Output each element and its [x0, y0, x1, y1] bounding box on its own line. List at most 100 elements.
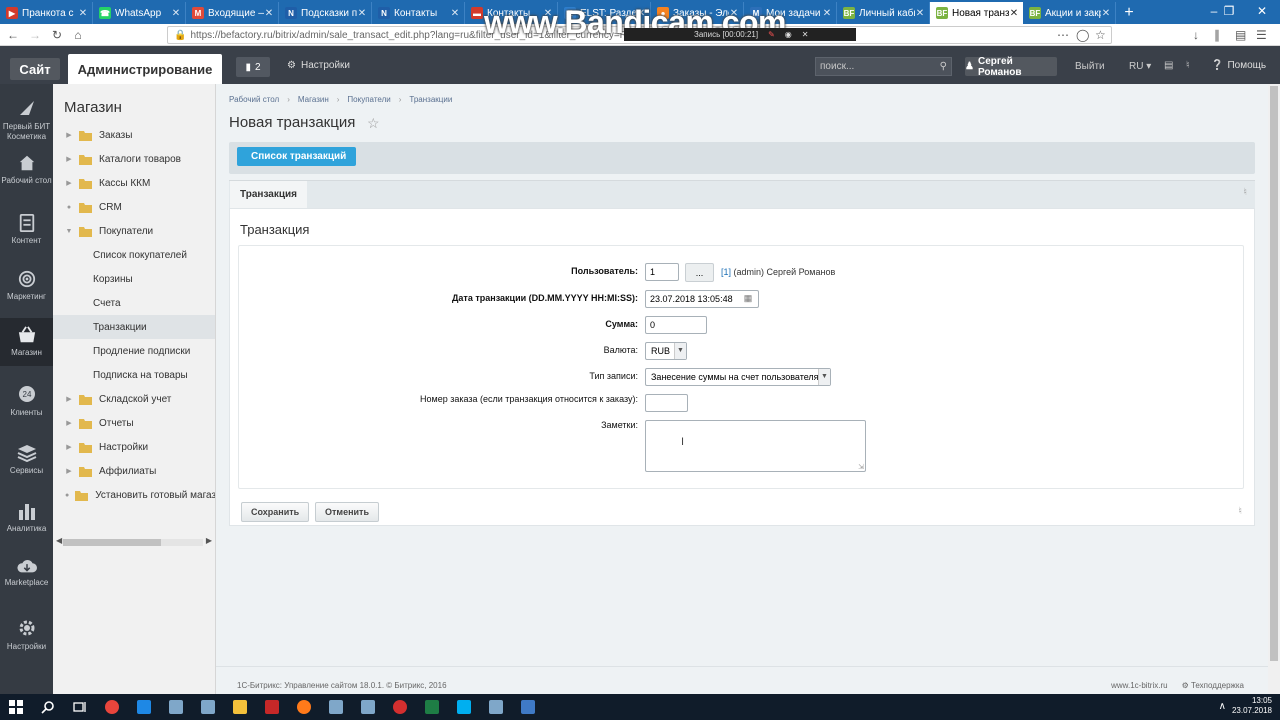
chevron-right-icon[interactable]: ▶: [65, 155, 73, 163]
skype-icon[interactable]: [448, 694, 480, 720]
search-icon[interactable]: [32, 694, 64, 720]
menu-item[interactable]: ▶ Кассы ККМ: [53, 171, 215, 195]
menu-item[interactable]: ▶ Складской учет: [53, 387, 215, 411]
menu-item[interactable]: ● Установить готовый магазин из: [53, 483, 215, 507]
language-selector[interactable]: RU ▾: [1129, 61, 1151, 72]
bitrix-site-link[interactable]: www.1c-bitrix.ru: [1111, 681, 1167, 690]
taskbar-clock[interactable]: 13:05 23.07.2018: [1232, 696, 1272, 716]
app-icon[interactable]: [320, 694, 352, 720]
menu-item[interactable]: Счета: [53, 291, 215, 315]
tab-close-icon[interactable]: ✕: [822, 8, 832, 19]
user-link[interactable]: [1] (admin) Сергей Романов: [721, 267, 835, 277]
module-marketing[interactable]: Маркетинг: [0, 270, 53, 302]
menu-item[interactable]: ● CRM: [53, 195, 215, 219]
pin-icon[interactable]: ♮: [1243, 187, 1247, 198]
chevron-right-icon[interactable]: ▶: [65, 395, 73, 403]
menu-item[interactable]: ▶ Заказы: [53, 123, 215, 147]
menu-horizontal-scrollbar[interactable]: ◀ ▶: [53, 536, 216, 548]
menu-item[interactable]: Продление подписки: [53, 339, 215, 363]
user-link-id[interactable]: [1]: [721, 267, 731, 277]
chevron-right-icon[interactable]: ▶: [65, 179, 73, 187]
resize-grip-icon[interactable]: ⇲: [858, 463, 864, 471]
chevron-right-icon[interactable]: ▶: [65, 419, 73, 427]
notes-textarea[interactable]: ⇲: [645, 420, 866, 472]
tab-close-icon[interactable]: ✕: [264, 8, 274, 19]
chrome-icon[interactable]: [96, 694, 128, 720]
date-input[interactable]: 23.07.2018 13:05:48 ▦: [645, 290, 759, 308]
edge-icon[interactable]: [128, 694, 160, 720]
save-button[interactable]: Сохранить: [241, 502, 310, 522]
menu-item[interactable]: Подписка на товары: [53, 363, 215, 387]
forward-icon[interactable]: →: [24, 28, 46, 42]
more-icon[interactable]: ⋯: [1057, 28, 1069, 42]
tab-close-icon[interactable]: ✕: [1101, 8, 1111, 19]
module-analytics[interactable]: Аналитика: [0, 502, 53, 534]
tab-close-icon[interactable]: ✕: [450, 8, 460, 19]
chevron-right-icon[interactable]: ▶: [65, 443, 73, 451]
bullet-icon[interactable]: ●: [65, 492, 69, 499]
currency-select[interactable]: RUB ▼: [645, 342, 687, 360]
tab-close-icon[interactable]: ✕: [1009, 8, 1019, 19]
camera-icon[interactable]: ◉: [785, 30, 792, 39]
user-id-input[interactable]: 1: [645, 263, 679, 281]
menu-item[interactable]: ▼ Покупатели: [53, 219, 215, 243]
module-settings[interactable]: Настройки: [0, 618, 53, 652]
module-desktop[interactable]: Рабочий стол: [0, 154, 53, 186]
browser-tab[interactable]: BF Личный кабин✕: [837, 2, 930, 24]
pocket-icon[interactable]: ◯: [1076, 28, 1089, 42]
excel-icon[interactable]: [416, 694, 448, 720]
app-icon[interactable]: [160, 694, 192, 720]
module-services[interactable]: Сервисы: [0, 444, 53, 476]
menu-item[interactable]: ▶ Отчеты: [53, 411, 215, 435]
breadcrumb-link[interactable]: Магазин: [298, 95, 329, 104]
app-icon[interactable]: [352, 694, 384, 720]
type-select[interactable]: Занесение суммы на счет пользователя ▼: [645, 368, 831, 386]
close-icon[interactable]: ✕: [802, 30, 809, 39]
bandicam-icon[interactable]: [384, 694, 416, 720]
search-input[interactable]: поиск... ⚲: [815, 57, 952, 76]
browser-tab[interactable]: ▶ Пранкота с ✕: [0, 2, 93, 24]
menu-item[interactable]: Список покупателей: [53, 243, 215, 267]
browser-tab[interactable]: BF Новая транзакц✕: [930, 2, 1023, 24]
scroll-left-icon[interactable]: ◀: [56, 536, 62, 545]
scroll-right-icon[interactable]: ▶: [206, 536, 212, 545]
breadcrumb-link[interactable]: Рабочий стол: [229, 95, 279, 104]
app-icon[interactable]: [480, 694, 512, 720]
bookmark-star-icon[interactable]: ☆: [1095, 28, 1106, 42]
module-shop[interactable]: Магазин: [0, 318, 53, 366]
download-icon[interactable]: ↓: [1193, 28, 1199, 42]
pen-icon[interactable]: ✎: [768, 30, 775, 39]
favorite-star-icon[interactable]: ☆: [367, 115, 380, 132]
tab-close-icon[interactable]: ✕: [357, 8, 367, 19]
logout-link[interactable]: Выйти: [1075, 61, 1105, 72]
menu-item[interactable]: ▶ Аффилиаты: [53, 459, 215, 483]
tab-close-icon[interactable]: ✕: [171, 8, 181, 19]
start-icon[interactable]: [0, 694, 32, 720]
pin-icon[interactable]: ♮: [1186, 60, 1190, 71]
chevron-right-icon[interactable]: ▶: [65, 131, 73, 139]
menu-item[interactable]: Транзакции: [53, 315, 215, 339]
new-tab-button[interactable]: +: [1116, 2, 1142, 24]
maximize-icon[interactable]: ❐: [1214, 0, 1244, 24]
reload-icon[interactable]: ↻: [46, 28, 68, 42]
notifications-button[interactable]: ▮ 2: [236, 57, 270, 77]
sum-input[interactable]: 0: [645, 316, 707, 334]
calendar-icon[interactable]: ▦: [742, 293, 754, 306]
search-icon[interactable]: ⚲: [940, 61, 947, 72]
breadcrumb-link[interactable]: Транзакции: [409, 95, 452, 104]
module-clients[interactable]: 24 Клиенты: [0, 384, 53, 418]
menu-item[interactable]: ▶ Каталоги товаров: [53, 147, 215, 171]
order-input[interactable]: [645, 394, 688, 412]
browser-tab[interactable]: BF Акции и закры✕: [1023, 2, 1116, 24]
home-icon[interactable]: ⌂: [67, 28, 89, 42]
photos-icon[interactable]: [512, 694, 544, 720]
breadcrumb-link[interactable]: Покупатели: [347, 95, 390, 104]
explorer-icon[interactable]: [224, 694, 256, 720]
page-vertical-scrollbar[interactable]: [1268, 84, 1280, 694]
tab-close-icon[interactable]: ✕: [915, 8, 925, 19]
task-view-icon[interactable]: [64, 694, 96, 720]
browser-tab[interactable]: N Подсказки по ✕: [279, 2, 372, 24]
layout-icon[interactable]: ▤: [1164, 60, 1173, 71]
pin-icon[interactable]: ♮: [1238, 506, 1242, 517]
close-window-icon[interactable]: ✕: [1244, 0, 1280, 24]
